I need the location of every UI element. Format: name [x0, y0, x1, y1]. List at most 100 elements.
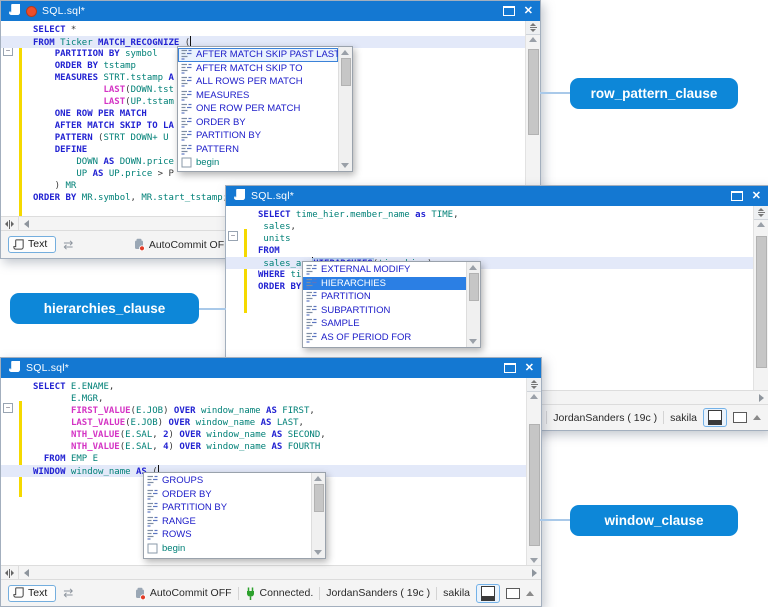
split-handle-icon[interactable]	[754, 206, 768, 220]
scroll-down-icon[interactable]	[469, 339, 477, 344]
show-panel-icon[interactable]	[476, 583, 500, 603]
text-mode-button[interactable]: Text	[8, 584, 57, 602]
completion-item[interactable]: MEASURES	[178, 89, 338, 103]
maximize-icon[interactable]	[503, 363, 516, 373]
popup-scrollbar[interactable]	[311, 473, 325, 558]
completion-item[interactable]: begin	[144, 542, 311, 556]
collapse-arrow-icon[interactable]	[526, 590, 534, 596]
completion-item-label: PARTITION	[321, 291, 371, 303]
splitter-icon[interactable]	[1, 217, 19, 231]
template-icon	[181, 157, 192, 168]
code-area[interactable]: SELECT E.ENAME, E.MGR, FIRST_VALUE(E.JOB…	[1, 381, 527, 477]
hide-panel-icon[interactable]	[733, 412, 747, 423]
completion-item[interactable]: PARTITION BY	[178, 129, 338, 143]
user-connection[interactable]: JordanSanders ( 19c )	[553, 412, 657, 424]
scroll-right-icon[interactable]	[532, 569, 537, 577]
swap-icon[interactable]: ⇄	[63, 239, 73, 251]
sql-file-icon	[233, 188, 246, 204]
completion-item-label: MEASURES	[196, 89, 250, 101]
scroll-up-icon[interactable]	[757, 222, 765, 227]
list-icon	[147, 489, 158, 500]
list-icon	[181, 117, 192, 128]
completion-item[interactable]: SUBPARTITION	[303, 304, 466, 318]
scroll-down-icon[interactable]	[341, 163, 349, 168]
completion-item[interactable]: ORDER BY	[178, 116, 338, 130]
show-panel-icon[interactable]	[703, 408, 727, 427]
completion-item[interactable]: GROUPS	[144, 474, 311, 488]
completion-item[interactable]: RANGE	[144, 515, 311, 529]
text-mode-button[interactable]: Text	[8, 236, 57, 253]
swap-icon[interactable]: ⇄	[63, 587, 73, 599]
completion-item[interactable]: AS OF PERIOD FOR	[303, 331, 466, 345]
code-line: SELECT E.ENAME,	[33, 382, 115, 392]
scroll-up-icon[interactable]	[529, 37, 537, 42]
editor-horizontal-scrollbar[interactable]	[1, 565, 541, 580]
completion-item[interactable]: ONE ROW PER MATCH	[178, 102, 338, 116]
code-line: NTH_VALUE(E.SAL, 4) OVER window_name AS …	[70, 442, 321, 452]
scroll-down-icon[interactable]	[314, 550, 322, 555]
connection-status[interactable]: Connected.	[245, 587, 313, 600]
scrollbar-thumb[interactable]	[314, 484, 324, 512]
close-icon[interactable]: ✕	[524, 6, 533, 17]
completion-item-label: ORDER BY	[196, 116, 246, 128]
scroll-up-icon[interactable]	[341, 50, 349, 55]
popup-scrollbar[interactable]	[338, 47, 352, 171]
autocommit-status[interactable]: AutoCommit OFF	[134, 587, 232, 600]
list-icon	[306, 291, 317, 302]
completion-item[interactable]: ALL ROWS PER MATCH	[178, 75, 338, 89]
callout-connector-line	[198, 308, 226, 310]
popup-scrollbar[interactable]	[466, 262, 480, 347]
scrollbar-thumb[interactable]	[756, 236, 767, 368]
callout-label: hierarchies_clause	[43, 301, 166, 316]
window-titlebar[interactable]: SQL.sql* ✕	[1, 1, 540, 21]
scroll-up-icon[interactable]	[530, 394, 538, 399]
completion-item[interactable]: PARTITION BY	[144, 501, 311, 515]
list-icon	[181, 103, 192, 114]
split-handle-icon[interactable]	[526, 21, 540, 35]
scroll-up-icon[interactable]	[314, 476, 322, 481]
completion-item[interactable]: ORDER BY	[144, 488, 311, 502]
list-icon	[181, 76, 192, 87]
window-titlebar[interactable]: SQL.sql* ✕	[1, 358, 541, 378]
autocommit-icon	[135, 587, 146, 600]
database-name[interactable]: sakila	[443, 587, 470, 599]
autocomplete-popup: AFTER MATCH SKIP PAST LAST ROWAFTER MATC…	[177, 46, 353, 172]
splitter-icon[interactable]	[1, 566, 19, 580]
scroll-up-icon[interactable]	[469, 265, 477, 270]
scrollbar-thumb[interactable]	[529, 424, 540, 546]
database-name[interactable]: sakila	[670, 412, 697, 424]
completion-item[interactable]: PARTITION	[303, 290, 466, 304]
maximize-icon[interactable]	[502, 6, 515, 16]
completion-item[interactable]: AFTER MATCH SKIP PAST LAST ROW	[178, 48, 338, 62]
completion-item-label: HIERARCHIES	[321, 277, 386, 289]
editor-vertical-scrollbar[interactable]	[526, 378, 541, 565]
completion-item[interactable]: PATTERN	[178, 143, 338, 157]
scroll-down-icon[interactable]	[530, 558, 538, 563]
user-connection[interactable]: JordanSanders ( 19c )	[326, 587, 430, 599]
editor-vertical-scrollbar[interactable]	[753, 206, 768, 390]
sql-editor-window-3: SQL.sql* ✕ − SELECT E.ENAME, E.MGR, FIRS…	[0, 357, 542, 607]
hide-panel-icon[interactable]	[506, 587, 520, 599]
scrollbar-thumb[interactable]	[528, 49, 539, 135]
completion-item[interactable]: ROWS	[144, 528, 311, 542]
scroll-left-icon[interactable]	[24, 569, 29, 577]
scroll-right-icon[interactable]	[759, 394, 764, 402]
close-icon[interactable]: ✕	[525, 363, 534, 374]
scroll-left-icon[interactable]	[24, 220, 29, 228]
split-handle-icon[interactable]	[527, 378, 541, 392]
completion-item[interactable]: HIERARCHIES	[303, 276, 466, 290]
completion-item[interactable]: AFTER MATCH SKIP TO	[178, 62, 338, 76]
autocommit-status[interactable]: AutoCommit OFF	[133, 238, 231, 251]
completion-item-label: RANGE	[162, 515, 196, 527]
list-icon	[181, 144, 192, 155]
completion-item[interactable]: EXTERNAL MODIFY	[303, 263, 466, 277]
completion-item[interactable]: begin	[178, 156, 338, 170]
collapse-arrow-icon[interactable]	[753, 415, 761, 420]
scrollbar-thumb[interactable]	[469, 273, 479, 301]
maximize-icon[interactable]	[730, 191, 743, 201]
close-icon[interactable]: ✕	[752, 191, 761, 202]
completion-item[interactable]: SAMPLE	[303, 317, 466, 331]
scroll-icon	[13, 587, 24, 598]
scrollbar-thumb[interactable]	[341, 58, 351, 86]
window-titlebar[interactable]: SQL.sql* ✕	[226, 186, 768, 206]
